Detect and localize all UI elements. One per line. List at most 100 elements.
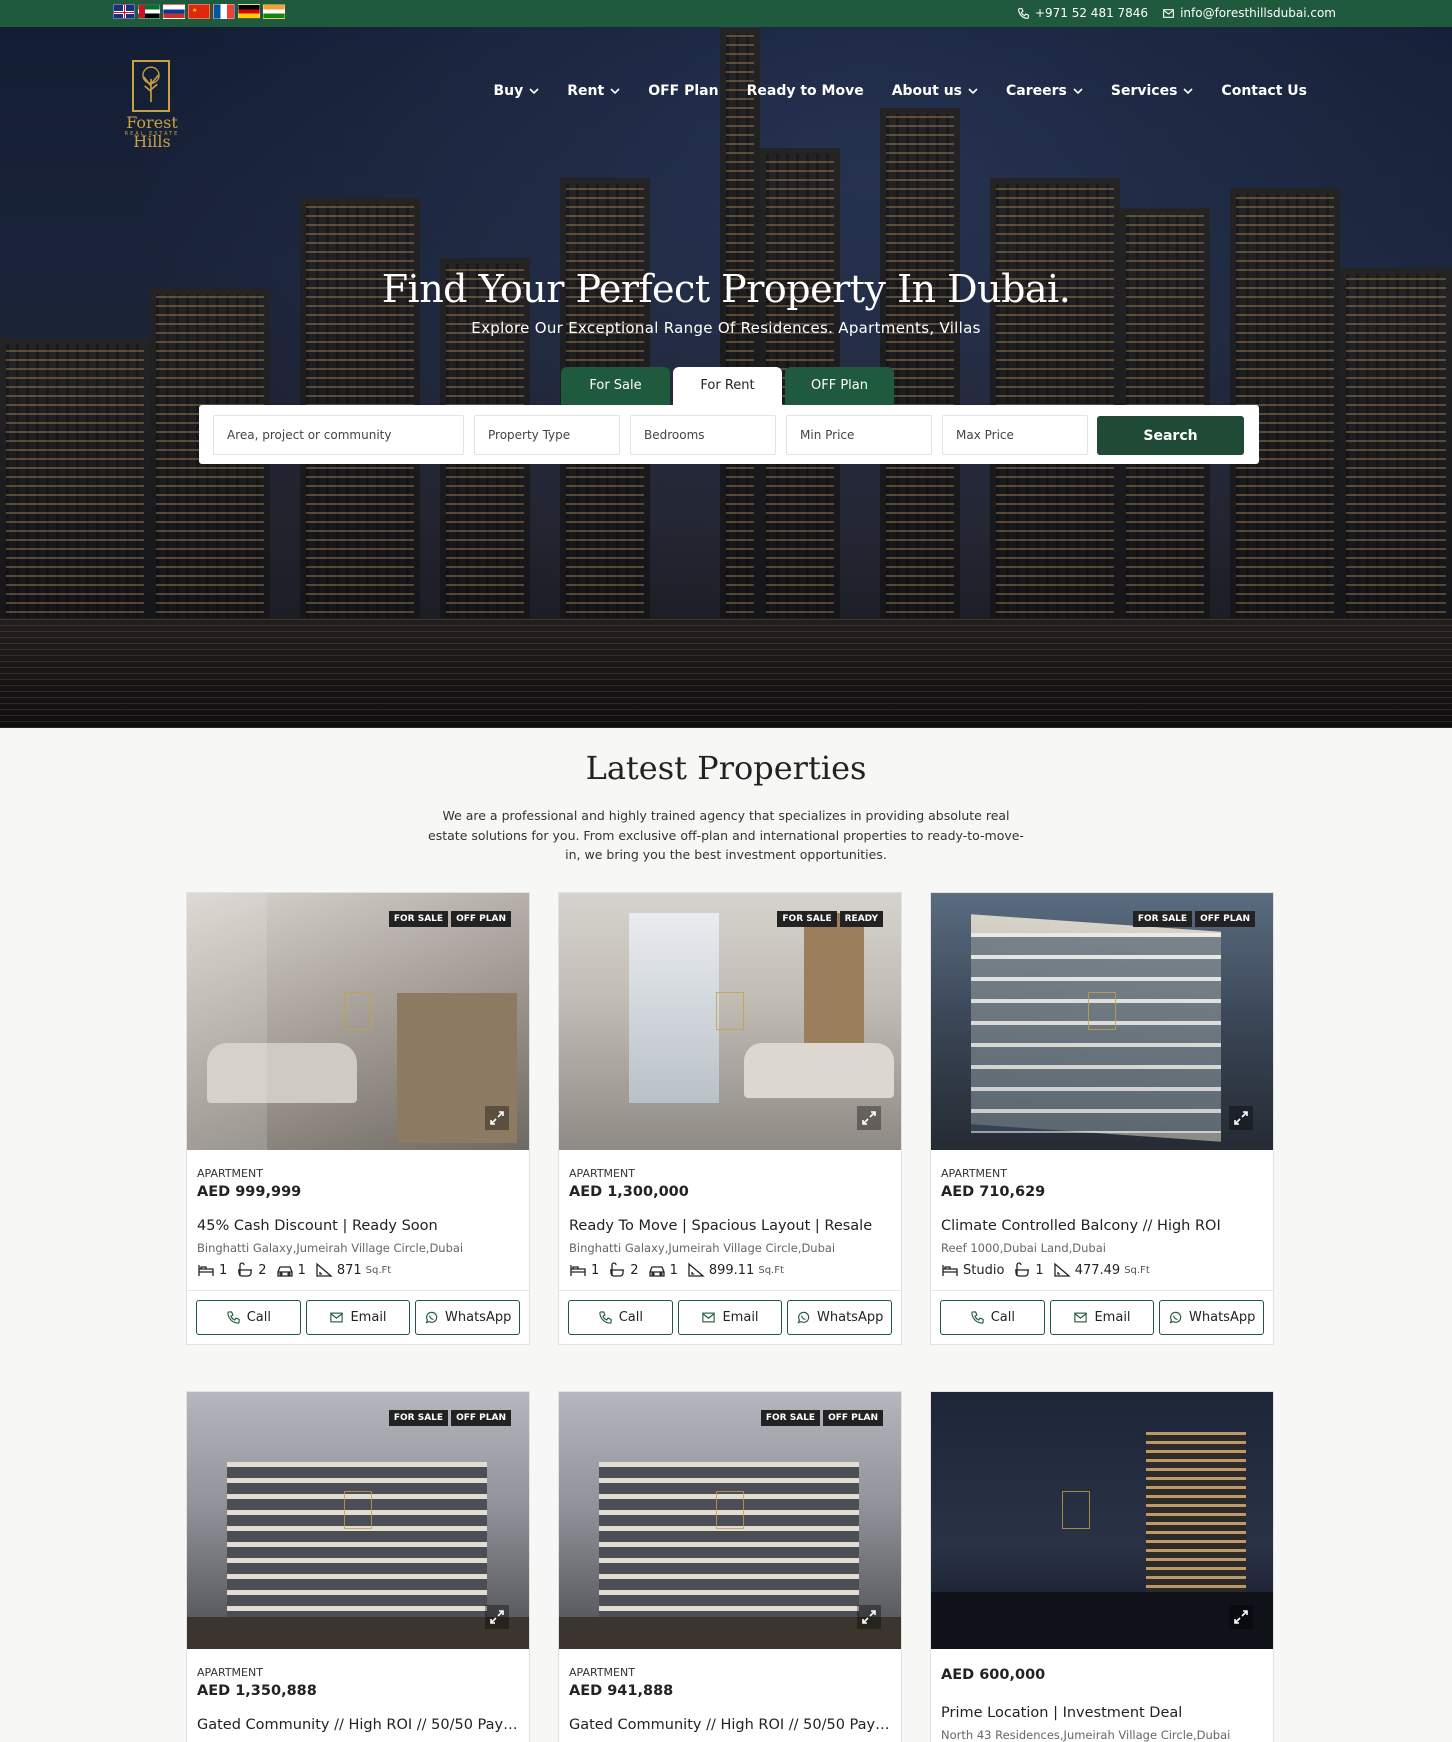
- expand-icon[interactable]: [1229, 1106, 1253, 1130]
- hero-section: Forest Hills REAL ESTATE Buy Rent OFF Pl…: [0, 27, 1452, 728]
- property-title[interactable]: Ready To Move | Spacious Layout | Resale: [569, 1218, 891, 1234]
- property-image[interactable]: FOR SALE OFF PLAN: [559, 1392, 901, 1649]
- property-title[interactable]: 45% Cash Discount | Ready Soon: [197, 1218, 519, 1234]
- tab-for-sale[interactable]: For Sale: [561, 367, 670, 405]
- property-image[interactable]: FOR SALE OFF PLAN: [187, 893, 529, 1150]
- property-title[interactable]: Climate Controlled Balcony // High ROI: [941, 1218, 1263, 1234]
- property-price: AED 999,999: [197, 1184, 302, 1200]
- min-price-select[interactable]: Min Price: [786, 415, 932, 455]
- france-flag-icon[interactable]: [213, 4, 235, 19]
- expand-icon[interactable]: [857, 1106, 881, 1130]
- car-icon: [276, 1266, 293, 1277]
- china-flag-icon[interactable]: ★: [188, 4, 210, 19]
- property-type: APARTMENT: [197, 1666, 263, 1679]
- nav-off-plan[interactable]: OFF Plan: [648, 83, 718, 99]
- area-unit: Sq.Ft: [1124, 1264, 1150, 1276]
- phone-icon: [970, 1311, 984, 1324]
- expand-icon[interactable]: [1229, 1605, 1253, 1629]
- property-type-select[interactable]: Property Type: [474, 415, 620, 455]
- max-price-select[interactable]: Max Price: [942, 415, 1088, 455]
- property-location: Reef 1000,Dubai Land,Dubai: [941, 1241, 1106, 1255]
- area-value: 477.49: [1074, 1262, 1121, 1278]
- area-search-input[interactable]: [213, 415, 464, 455]
- nav-ready-to-move[interactable]: Ready to Move: [747, 83, 864, 99]
- hero-title: Find Your Perfect Property In Dubai.: [381, 267, 1071, 311]
- russia-flag-icon[interactable]: [163, 4, 185, 19]
- india-flag-icon[interactable]: [263, 4, 285, 19]
- mail-icon: [702, 1312, 716, 1323]
- nav-rent[interactable]: Rent: [567, 83, 620, 99]
- whatsapp-button[interactable]: WhatsApp: [415, 1300, 521, 1335]
- watermark-logo-icon: [1062, 1490, 1090, 1529]
- expand-icon[interactable]: [857, 1605, 881, 1629]
- search-tabs: For Sale For Rent OFF Plan: [561, 367, 894, 405]
- property-title[interactable]: Prime Location | Investment Deal: [941, 1705, 1263, 1721]
- email-button[interactable]: Email: [677, 1300, 783, 1335]
- property-price: AED 1,300,000: [569, 1184, 689, 1200]
- property-card[interactable]: AED 600,000 Prime Location | Investment …: [930, 1391, 1274, 1742]
- bathrooms-count: 1: [1035, 1262, 1044, 1278]
- uk-flag-icon[interactable]: [113, 4, 135, 19]
- bedrooms-count: 1: [219, 1262, 228, 1278]
- property-location: Binghatti Galaxy,Jumeirah Village Circle…: [569, 1241, 836, 1255]
- phone-link[interactable]: +971 52 481 7846: [1017, 6, 1148, 20]
- property-image[interactable]: [931, 1392, 1273, 1649]
- mail-icon: [1163, 8, 1174, 18]
- phone-icon: [226, 1311, 240, 1324]
- email-button[interactable]: Email: [305, 1300, 411, 1335]
- property-location: Binghatti Galaxy,Jumeirah Village Circle…: [197, 1241, 464, 1255]
- email-link[interactable]: info@foresthillsdubai.com: [1162, 6, 1336, 20]
- card-actions: Call Email WhatsApp: [187, 1290, 529, 1344]
- section-description: We are a professional and highly trained…: [428, 808, 1024, 862]
- property-card[interactable]: FOR SALE READY APARTMENT AED 1,300,000 R…: [558, 892, 902, 1345]
- card-actions: Call Email WhatsApp: [931, 1290, 1273, 1344]
- expand-icon[interactable]: [485, 1106, 509, 1130]
- property-card[interactable]: FOR SALE OFF PLAN APARTMENT AED 710,629 …: [930, 892, 1274, 1345]
- nav-about-us[interactable]: About us: [892, 83, 978, 99]
- nav-careers[interactable]: Careers: [1006, 83, 1083, 99]
- search-panel: Property Type Bedrooms Min Price Max Pri…: [199, 405, 1259, 464]
- status-badge: OFF PLAN: [451, 1410, 511, 1426]
- property-image[interactable]: FOR SALE OFF PLAN: [931, 893, 1273, 1150]
- chevron-down-icon: [968, 88, 978, 95]
- top-contacts: +971 52 481 7846 info@foresthillsdubai.c…: [1017, 6, 1336, 20]
- property-title[interactable]: Gated Community // High ROI // 50/50 Pay…: [569, 1717, 891, 1733]
- site-logo[interactable]: Forest Hills REAL ESTATE: [113, 60, 191, 151]
- property-title[interactable]: Gated Community // High ROI // 50/50 Pay…: [197, 1717, 519, 1733]
- call-button[interactable]: Call: [940, 1300, 1045, 1335]
- area-unit: Sq.Ft: [758, 1264, 784, 1276]
- bed-icon: [570, 1265, 586, 1276]
- nav-contact-us[interactable]: Contact Us: [1221, 83, 1307, 99]
- tab-for-rent[interactable]: For Rent: [673, 367, 782, 405]
- email-button[interactable]: Email: [1049, 1300, 1155, 1335]
- status-badge: OFF PLAN: [1195, 911, 1255, 927]
- property-type: APARTMENT: [941, 1167, 1007, 1180]
- chevron-down-icon: [1183, 88, 1193, 95]
- bedrooms-count: 1: [591, 1262, 600, 1278]
- bedrooms-select[interactable]: Bedrooms: [630, 415, 776, 455]
- property-badges: FOR SALE READY: [777, 911, 883, 927]
- property-card[interactable]: FOR SALE OFF PLAN APARTMENT AED 999,999 …: [186, 892, 530, 1345]
- uae-flag-icon[interactable]: [138, 4, 160, 19]
- tab-off-plan[interactable]: OFF Plan: [785, 367, 894, 405]
- property-card[interactable]: FOR SALE OFF PLAN APARTMENT AED 941,888 …: [558, 1391, 902, 1742]
- search-button[interactable]: Search: [1097, 416, 1244, 455]
- nav-buy[interactable]: Buy: [494, 83, 540, 99]
- property-image[interactable]: FOR SALE OFF PLAN: [187, 1392, 529, 1649]
- property-type: APARTMENT: [569, 1167, 635, 1180]
- property-price: AED 1,350,888: [197, 1683, 317, 1699]
- expand-icon[interactable]: [485, 1605, 509, 1629]
- property-badges: FOR SALE OFF PLAN: [760, 1410, 883, 1426]
- call-button[interactable]: Call: [568, 1300, 673, 1335]
- chevron-down-icon: [529, 88, 539, 95]
- nav-services[interactable]: Services: [1111, 83, 1194, 99]
- property-image[interactable]: FOR SALE READY: [559, 893, 901, 1150]
- status-badge: FOR SALE: [1132, 911, 1193, 927]
- germany-flag-icon[interactable]: [238, 4, 260, 19]
- whatsapp-button[interactable]: WhatsApp: [1159, 1300, 1265, 1335]
- status-badge: FOR SALE: [760, 1410, 821, 1426]
- property-card[interactable]: FOR SALE OFF PLAN APARTMENT AED 1,350,88…: [186, 1391, 530, 1742]
- whatsapp-button[interactable]: WhatsApp: [787, 1300, 893, 1335]
- call-button[interactable]: Call: [196, 1300, 301, 1335]
- property-price: AED 710,629: [941, 1184, 1046, 1200]
